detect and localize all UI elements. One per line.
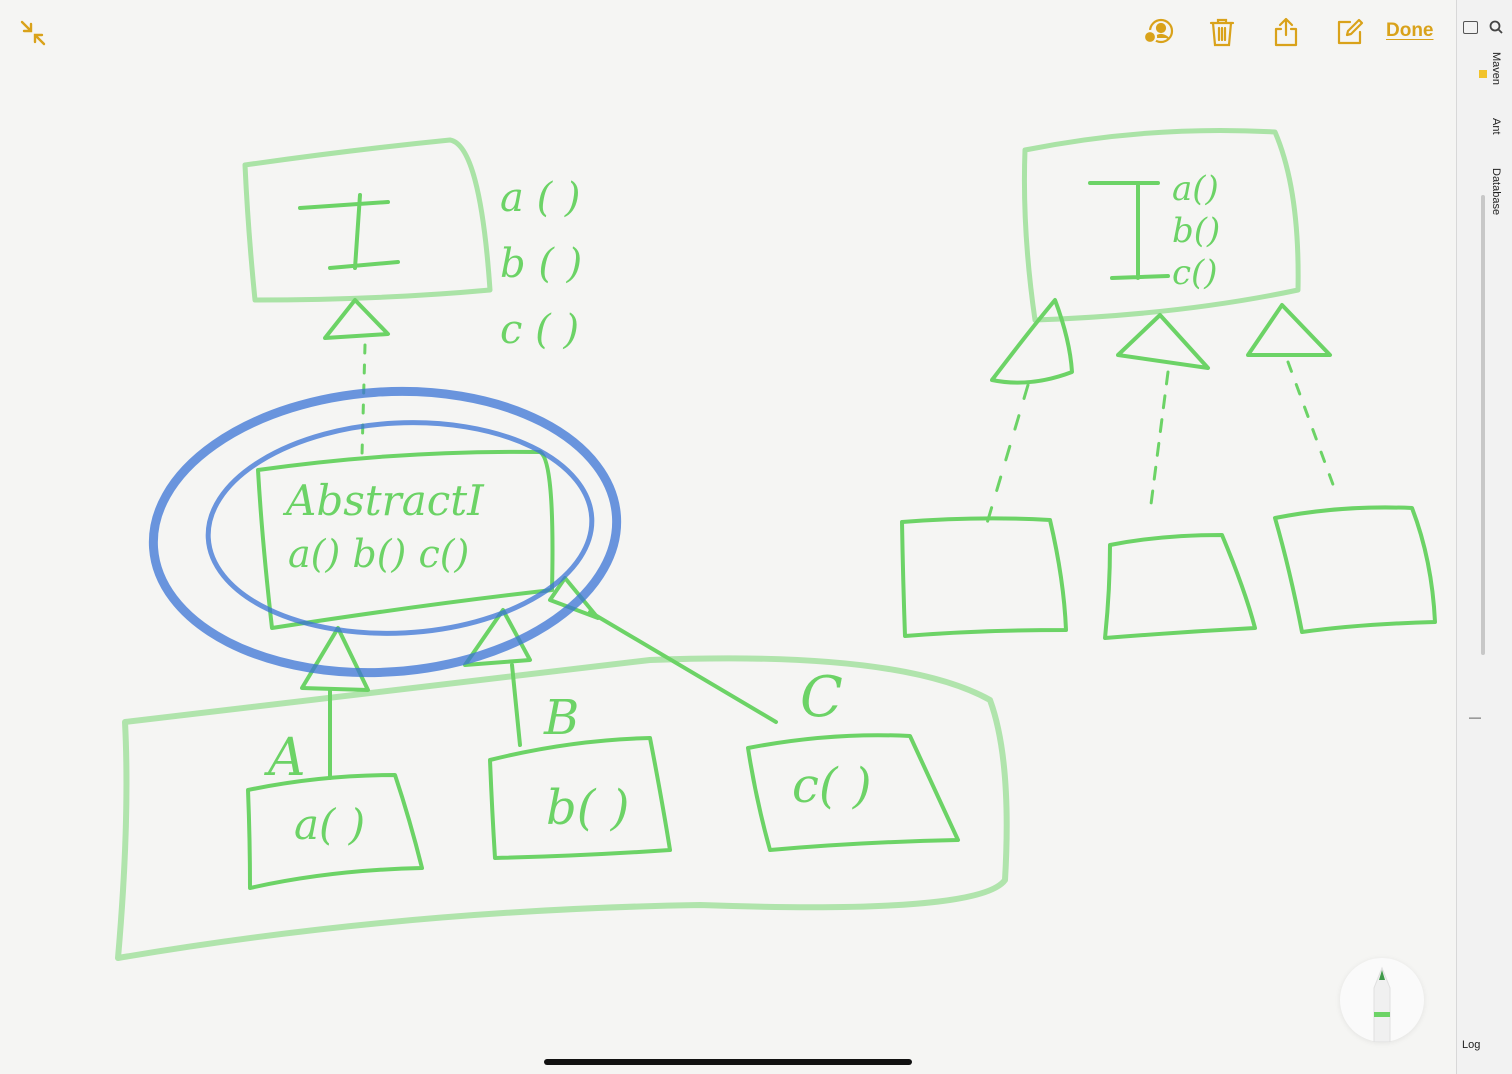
collaborate-button[interactable] [1139,14,1179,54]
compose-icon [1336,18,1364,51]
share-button[interactable] [1266,14,1306,54]
method-label: b ( ) [500,241,583,287]
minus-button[interactable]: — [1469,710,1481,724]
sketch-drawing [115,128,1437,961]
class-method-a: a( ) [294,800,366,849]
right-interface-methods: a() b() c() [1172,168,1262,294]
tab-log[interactable]: Log [1462,1039,1480,1051]
collapse-icon[interactable] [16,16,50,50]
abstract-methods: a() b() c() [288,532,470,576]
class-method-c: c( ) [792,758,872,814]
share-icon [1273,17,1299,52]
method-label: c() [1172,253,1218,293]
tab-database[interactable]: Database [1490,168,1502,215]
implementation-box-1 [900,516,1068,638]
home-indicator[interactable] [544,1059,912,1065]
yellow-marker [1479,70,1487,78]
method-label: a ( ) [500,175,581,221]
abstract-title: AbstractI [286,476,484,525]
pencil-tool-button[interactable] [1340,958,1424,1043]
implementation-box-2 [1103,533,1257,640]
search-icon[interactable] [1489,20,1503,39]
method-label: c ( ) [500,307,580,353]
trash-icon [1209,17,1235,52]
pencil-icon [1373,966,1391,1043]
method-label: b() [1172,211,1221,251]
realization-arrow-left [323,298,390,340]
class-method-b: b( ) [546,780,630,836]
class-label-b: B [544,690,580,746]
implementation-box-3 [1273,505,1437,634]
collaborate-icon [1142,17,1176,52]
class-label-a: A [268,728,306,788]
scrollbar[interactable] [1481,195,1485,655]
delete-button[interactable] [1202,14,1242,54]
interface-box-left [242,137,493,303]
tab-ant[interactable]: Ant [1490,118,1502,135]
ide-side-panel: — [1456,0,1512,1074]
class-label-c: C [800,665,843,730]
left-interface-methods: a ( ) b ( ) c ( ) [500,165,610,363]
tab-maven[interactable]: Maven [1490,52,1502,85]
terminal-icon[interactable] [1463,21,1478,34]
done-button[interactable]: Done [1386,20,1434,42]
method-label: a() [1172,169,1219,209]
notes-canvas[interactable]: a ( ) b ( ) c ( ) AbstractI a() b() c() … [0,0,1456,1074]
compose-button[interactable] [1330,14,1370,54]
